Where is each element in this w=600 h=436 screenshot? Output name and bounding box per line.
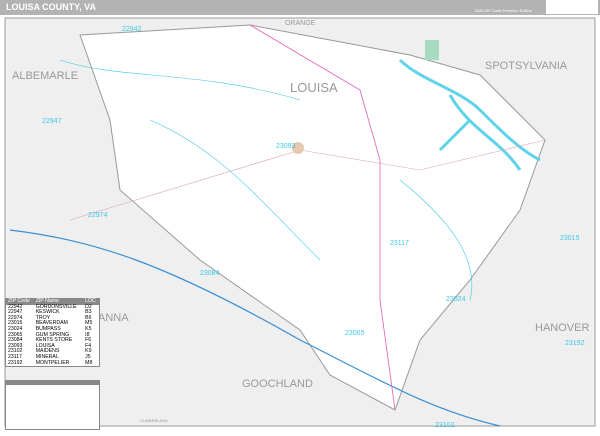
zip-label: 23084 — [200, 270, 220, 277]
table-cell: MONTPELIER — [35, 359, 70, 366]
county-label: ORANGE — [285, 20, 316, 27]
map-title: LOUISA COUNTY, VA — [6, 2, 97, 12]
logo — [546, 0, 598, 14]
county-label: SPOTSYLVANIA — [485, 60, 568, 72]
county-label: GOOCHLAND — [242, 378, 313, 390]
zip-label: 23015 — [560, 235, 580, 242]
zip-label: 22974 — [88, 212, 108, 219]
zip-label: 22947 — [42, 118, 62, 125]
zip-table: ZIP Code ZIP Name LOC 22942 GORDONSVILLE D… — [5, 298, 100, 368]
county-label: ANNA — [98, 312, 129, 324]
county-label: ALBEMARLE — [12, 70, 79, 82]
edition-label: 2025 ZIP Code Premium Edition — [474, 8, 532, 13]
zip-label: 22942 — [122, 26, 142, 33]
zip-label: 23117 — [390, 240, 409, 247]
table-cell: M8 — [85, 359, 93, 366]
zip-label: 23192 — [565, 340, 585, 347]
county-label: CUMBERLAND — [140, 418, 169, 423]
zip-label: 23102 — [435, 422, 455, 429]
county-label: LOUISA — [290, 80, 338, 95]
map-legend — [5, 380, 100, 430]
zip-label: 23093 — [276, 143, 296, 150]
header-bar: LOUISA COUNTY, VA 2025 ZIP Code Premium … — [0, 0, 600, 15]
table-cell: 23192 — [8, 359, 23, 366]
zip-label: 23024 — [446, 296, 466, 303]
table-row: 23192 MONTPELIER M8 — [6, 359, 99, 367]
county-label: HANOVER — [535, 322, 590, 334]
zip-label: 23065 — [345, 330, 365, 337]
